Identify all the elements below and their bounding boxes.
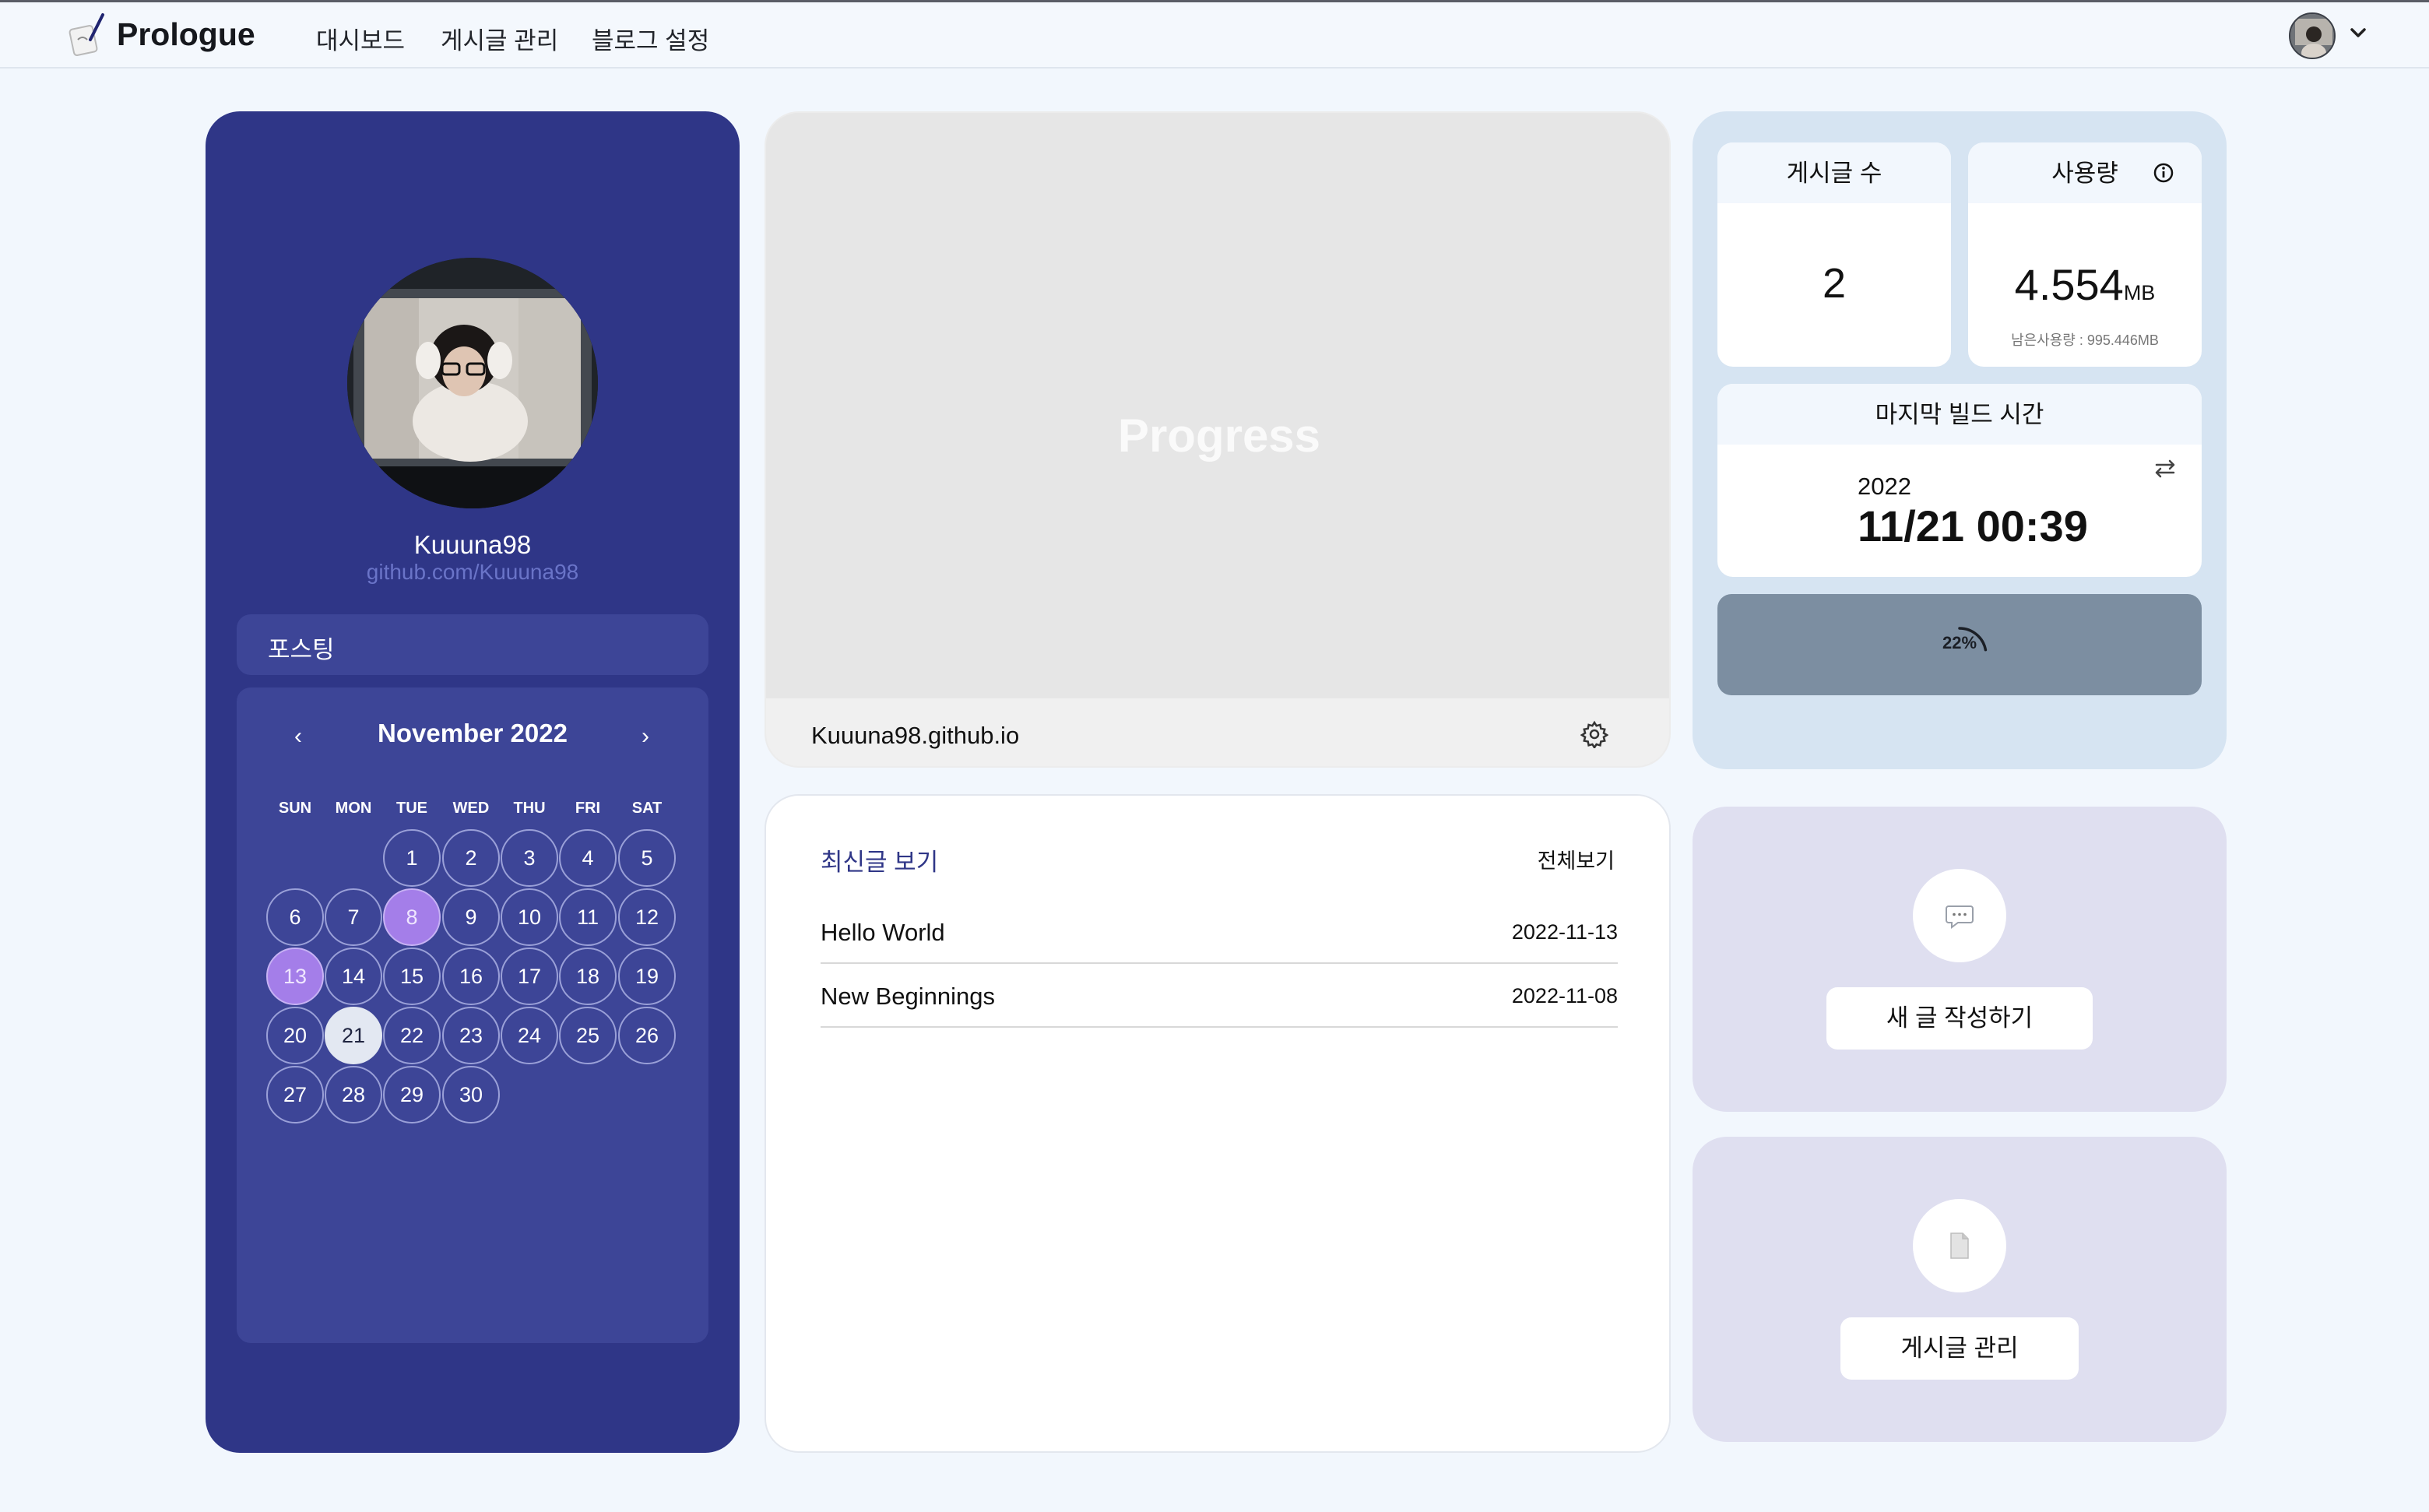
calendar-day[interactable]: 28 xyxy=(325,1066,382,1123)
recent-posts-title: 최신글 보기 xyxy=(821,849,939,876)
swap-icon[interactable] xyxy=(2152,455,2178,482)
post-title[interactable]: Hello World xyxy=(821,919,945,947)
write-post-card: 새 글 작성하기 xyxy=(1693,807,2227,1112)
weekday-label: FRI xyxy=(575,800,601,817)
build-progress-gauge: 22% xyxy=(1717,594,2202,695)
usage-remaining: 남은사용량 : 995.446MB xyxy=(2011,332,2159,348)
weekday-label: SAT xyxy=(631,800,663,817)
profile-avatar xyxy=(347,258,598,508)
manage-icon-circle xyxy=(1913,1199,2006,1292)
nav-dashboard[interactable]: 대시보드 xyxy=(316,21,405,56)
progress-label: Progress xyxy=(1117,410,1321,462)
calendar-day[interactable]: 19 xyxy=(618,948,676,1005)
calendar-day[interactable]: 24 xyxy=(501,1007,558,1064)
calendar-day[interactable]: 8 xyxy=(383,888,441,946)
calendar-day[interactable]: 18 xyxy=(559,948,617,1005)
manage-posts-card: 게시글 관리 xyxy=(1693,1137,2227,1442)
usage-header: 사용량 xyxy=(1968,142,2202,203)
build-time-label: 마지막 빌드 시간 xyxy=(1717,384,2202,445)
calendar-day[interactable]: 23 xyxy=(442,1007,500,1064)
gauge-percent: 22% xyxy=(1942,633,1977,652)
usage-value: 4.554MB xyxy=(1968,259,2202,310)
usage-unit: MB xyxy=(2123,281,2156,304)
site-bar: Kuuuna98.github.io xyxy=(766,698,1669,766)
calendar-day[interactable]: 17 xyxy=(501,948,558,1005)
progress-card: Progress Kuuuna98.github.io xyxy=(765,111,1671,768)
calendar-day[interactable]: 5 xyxy=(618,829,676,887)
brand-name[interactable]: Prologue xyxy=(117,16,255,53)
pen-paper-icon[interactable] xyxy=(67,10,109,58)
profile-github-link[interactable]: github.com/Kuuuna98 xyxy=(206,560,740,585)
post-date: 2022-11-08 xyxy=(1511,984,1618,1007)
build-year: 2022 xyxy=(1858,473,1911,500)
stats-card: 게시글 수 2 사용량 4.554MB 남은사용량 : 995.446MB 마지… xyxy=(1693,111,2227,769)
calendar-day[interactable]: 10 xyxy=(501,888,558,946)
document-icon xyxy=(1950,1232,1969,1259)
post-title[interactable]: New Beginnings xyxy=(821,983,995,1011)
posting-label: 포스팅 xyxy=(237,614,708,675)
calendar-day[interactable]: 30 xyxy=(442,1066,500,1123)
usage-number: 4.554 xyxy=(2014,260,2124,309)
calendar-title: November 2022 xyxy=(378,719,568,747)
calendar-day[interactable]: 2 xyxy=(442,829,500,887)
post-row[interactable]: Hello World 2022-11-13 xyxy=(821,919,1618,964)
post-count-box: 게시글 수 2 xyxy=(1717,142,1951,367)
profile-card: Kuuuna98 github.com/Kuuuna98 포스팅 ‹ Novem… xyxy=(206,111,740,1453)
calendar-day[interactable]: 1 xyxy=(383,829,441,887)
write-icon-circle xyxy=(1913,869,2006,962)
weekday-label: THU xyxy=(513,800,546,817)
calendar-day[interactable]: 29 xyxy=(383,1066,441,1123)
calendar-day[interactable]: 12 xyxy=(618,888,676,946)
usage-box: 사용량 4.554MB 남은사용량 : 995.446MB xyxy=(1968,142,2202,367)
view-all-link[interactable]: 전체보기 xyxy=(1538,844,1615,874)
chevron-down-icon[interactable] xyxy=(2345,19,2371,46)
gear-icon[interactable] xyxy=(1580,720,1608,748)
usage-label: 사용량 xyxy=(2051,160,2118,187)
calendar-day[interactable]: 9 xyxy=(442,888,500,946)
manage-posts-button[interactable]: 게시글 관리 xyxy=(1840,1317,2079,1380)
calendar: ‹ November 2022 › SUN MON TUE WED THU FRI SAT 1… xyxy=(237,687,708,1343)
user-avatar[interactable] xyxy=(2289,12,2336,59)
calendar-day[interactable]: 11 xyxy=(559,888,617,946)
nav-blog-settings[interactable]: 블로그 설정 xyxy=(592,21,709,56)
calendar-day[interactable]: 6 xyxy=(266,888,324,946)
calendar-day[interactable]: 22 xyxy=(383,1007,441,1064)
calendar-day[interactable]: 13 xyxy=(266,948,324,1005)
calendar-day[interactable]: 15 xyxy=(383,948,441,1005)
calendar-day[interactable]: 16 xyxy=(442,948,500,1005)
build-time-box: 마지막 빌드 시간 2022 11/21 00:39 xyxy=(1717,384,2202,577)
calendar-day[interactable]: 20 xyxy=(266,1007,324,1064)
calendar-day[interactable]: 4 xyxy=(559,829,617,887)
calendar-day[interactable]: 14 xyxy=(325,948,382,1005)
weekday-label: TUE xyxy=(396,800,427,817)
post-row[interactable]: New Beginnings 2022-11-08 xyxy=(821,983,1618,1028)
weekday-label: SUN xyxy=(278,800,312,817)
nav-post-management[interactable]: 게시글 관리 xyxy=(441,21,558,56)
calendar-day[interactable]: 25 xyxy=(559,1007,617,1064)
profile-username: Kuuuna98 xyxy=(413,530,532,559)
profile-photo xyxy=(347,258,598,508)
weekday-label: MON xyxy=(335,800,372,817)
build-time: 11/21 00:39 xyxy=(1858,501,2088,550)
calendar-day[interactable]: 7 xyxy=(325,888,382,946)
calendar-day[interactable]: 3 xyxy=(501,829,558,887)
calendar-day[interactable]: 27 xyxy=(266,1066,324,1123)
post-count-value: 2 xyxy=(1822,260,1847,307)
site-url[interactable]: Kuuuna98.github.io xyxy=(811,722,1019,750)
avatar-photo xyxy=(2290,14,2334,58)
speech-bubble-icon xyxy=(1946,905,1974,929)
top-navigation: Prologue 대시보드 게시글 관리 블로그 설정 xyxy=(0,0,2429,69)
calendar-next-button[interactable]: › xyxy=(642,723,649,750)
post-count-label: 게시글 수 xyxy=(1717,142,1951,203)
recent-posts-card: 최신글 보기 전체보기 Hello World 2022-11-13 New B… xyxy=(765,794,1671,1453)
calendar-day[interactable]: 21 xyxy=(325,1007,382,1064)
post-date: 2022-11-13 xyxy=(1511,920,1618,944)
info-icon[interactable] xyxy=(2152,161,2175,185)
write-post-button[interactable]: 새 글 작성하기 xyxy=(1826,987,2093,1050)
calendar-day[interactable]: 26 xyxy=(618,1007,676,1064)
weekday-label: WED xyxy=(452,800,490,817)
